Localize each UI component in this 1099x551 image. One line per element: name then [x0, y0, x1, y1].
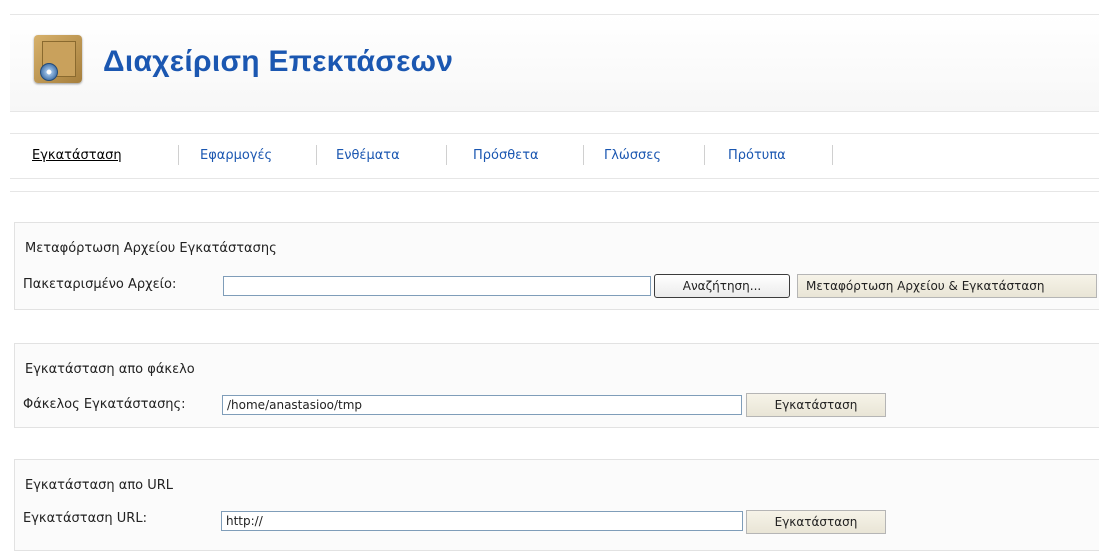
package-file-label: Πακεταρισμένο Αρχείο: [23, 277, 177, 292]
tab-install[interactable]: Εγκατάσταση [32, 148, 122, 163]
folder-panel-title: Εγκατάσταση απο φάκελο [25, 362, 195, 377]
tab-separator [446, 145, 447, 165]
install-url-button[interactable]: Εγκατάσταση [746, 510, 886, 534]
page-header: Διαχείριση Επεκτάσεων [10, 14, 1099, 112]
install-url-label: Εγκατάσταση URL: [23, 511, 147, 526]
submenu: Εγκατάσταση Εφαρμογές Ενθέματα Πρόσθετα … [10, 133, 1099, 179]
tab-plugins[interactable]: Πρόσθετα [473, 148, 539, 163]
tab-templates[interactable]: Πρότυπα [728, 148, 786, 163]
tab-separator [316, 145, 317, 165]
tab-separator [178, 145, 179, 165]
tab-separator [832, 145, 833, 165]
package-file-input[interactable] [223, 276, 651, 296]
install-folder-button[interactable]: Εγκατάσταση [746, 393, 886, 417]
url-panel-title: Εγκατάσταση απο URL [25, 478, 174, 493]
install-url-input[interactable] [221, 511, 743, 531]
install-folder-input[interactable] [222, 395, 742, 415]
tab-components[interactable]: Εφαρμογές [200, 148, 272, 163]
extension-manager-icon [34, 35, 82, 83]
tab-separator [704, 145, 705, 165]
tab-languages[interactable]: Γλώσσες [604, 148, 661, 163]
install-url-panel: Εγκατάσταση απο URL Εγκατάσταση URL: Εγκ… [14, 459, 1099, 551]
upload-install-button[interactable]: Μεταφόρτωση Αρχείου & Εγκατάσταση [797, 274, 1097, 298]
tab-modules[interactable]: Ενθέματα [336, 148, 400, 163]
tab-separator [583, 145, 584, 165]
upload-package-panel: Μεταφόρτωση Αρχείου Εγκατάστασης Πακεταρ… [14, 222, 1099, 310]
install-folder-panel: Εγκατάσταση απο φάκελο Φάκελος Εγκατάστα… [14, 343, 1099, 428]
install-folder-label: Φάκελος Εγκατάστασης: [23, 397, 186, 412]
upload-panel-title: Μεταφόρτωση Αρχείου Εγκατάστασης [25, 241, 277, 256]
browse-button[interactable]: Αναζήτηση... [654, 274, 790, 298]
page-title: Διαχείριση Επεκτάσεων [103, 45, 454, 78]
divider [10, 191, 1099, 192]
